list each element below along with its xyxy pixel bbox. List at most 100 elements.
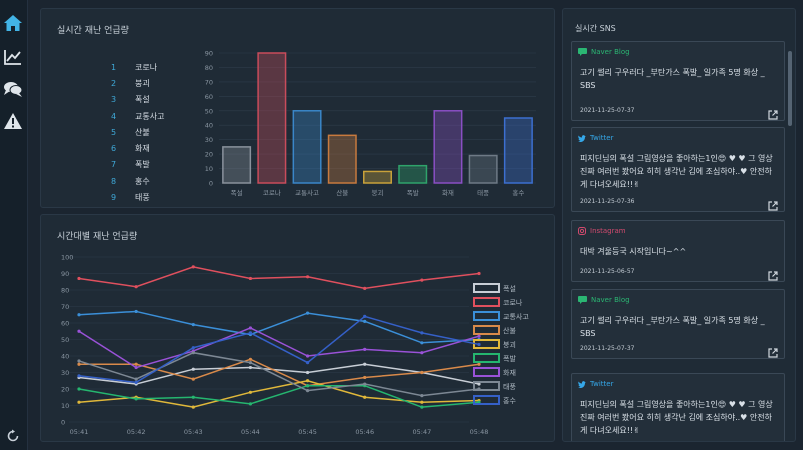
rank-item: 1 코로나 <box>111 59 164 75</box>
trend-chart-icon[interactable] <box>2 46 24 68</box>
bar-화재[interactable] <box>433 110 463 184</box>
rank-name: 화재 <box>135 144 150 154</box>
ranking-panel: 실시간 재난 언급량 1 코로나 2 붕괴 3 폭설 4 교통사고 5 산불 6 화재 7 폭발 8 홍수 9 태… <box>40 8 555 208</box>
line-point <box>77 400 81 404</box>
bar-x-label: 화재 <box>442 189 454 197</box>
external-link-icon[interactable] <box>768 266 778 281</box>
naver-blog-icon <box>578 296 587 304</box>
chat-icon[interactable] <box>2 78 24 100</box>
line-point <box>477 362 481 366</box>
home-icon[interactable] <box>2 12 24 34</box>
line-point <box>363 395 367 399</box>
sns-card[interactable]: Naver Blog 고기 썰리 구우러다 _부탄가스 폭발_ 일가족 5명 화상… <box>571 41 785 121</box>
line-point <box>248 326 253 330</box>
line-x-tick: 05:46 <box>355 428 374 436</box>
line-point <box>420 400 424 404</box>
rank-number: 7 <box>111 160 117 170</box>
sns-panel: 실시간 SNS Naver Blog 고기 썰리 구우러다 _부탄가스 폭발_ 일… <box>562 8 796 442</box>
legend-swatch[interactable] <box>473 297 500 307</box>
line-point <box>248 331 253 335</box>
line-point <box>134 362 138 366</box>
rank-name: 붕괴 <box>135 78 150 88</box>
sns-card[interactable]: Twitter 피지딘님의 폭설 그림영상을 좋아하는1인😍 ♥ ♥ 그 영상 진… <box>571 373 785 441</box>
sns-date: 2021-11-25-07-37 <box>580 345 635 352</box>
legend-label[interactable]: 폭설 <box>503 285 516 293</box>
warning-icon[interactable] <box>2 110 24 132</box>
line-series-붕괴[interactable] <box>78 379 480 408</box>
line-point <box>363 375 367 380</box>
legend-swatch[interactable] <box>473 311 500 321</box>
legend-label[interactable]: 교통사고 <box>503 312 529 321</box>
line-y-tick: 70 <box>61 303 69 311</box>
bar-교통사고[interactable] <box>292 110 322 184</box>
rank-item: 8 홍수 <box>111 173 164 189</box>
external-link-icon[interactable] <box>768 196 778 211</box>
naver-blog-icon <box>578 48 587 56</box>
rank-item: 9 태풍 <box>111 189 164 205</box>
bar-산불[interactable] <box>327 134 357 184</box>
bar-폭발[interactable] <box>398 164 428 184</box>
line-x-tick: 05:47 <box>412 428 431 436</box>
ranking-list: 1 코로나 2 붕괴 3 폭설 4 교통사고 5 산불 6 화재 7 폭발 8 홍수 9 태풍 <box>111 59 164 206</box>
legend-swatch[interactable] <box>473 353 500 363</box>
line-point <box>420 405 424 409</box>
line-point <box>134 285 138 289</box>
rank-name: 교통사고 <box>135 111 165 121</box>
rank-name: 산불 <box>135 127 150 137</box>
rank-item: 7 폭발 <box>111 157 164 173</box>
rank-item: 5 산불 <box>111 124 164 140</box>
line-point <box>134 377 138 381</box>
external-link-icon[interactable] <box>768 343 778 358</box>
line-series-코로나[interactable] <box>78 266 480 290</box>
legend-swatch[interactable] <box>473 283 500 293</box>
line-point <box>248 402 253 406</box>
line-point <box>134 309 138 314</box>
line-point <box>191 367 195 371</box>
bar-붕괴[interactable] <box>363 170 392 184</box>
sns-source-label: Naver Blog <box>591 48 630 56</box>
line-point <box>191 346 195 350</box>
line-y-tick: 50 <box>61 336 69 344</box>
bar-x-label: 폭발 <box>407 188 419 197</box>
sns-card[interactable]: Twitter 피지딘님의 폭설 그림영상을 좋아하는1인😍 ♥ ♥ 그 영상 진… <box>571 127 785 212</box>
sidebar <box>0 0 28 450</box>
legend-label[interactable]: 산불 <box>503 326 516 335</box>
line-y-tick: 40 <box>61 353 69 361</box>
sns-card[interactable]: Naver Blog 고기 썰리 구우러다 _부탄가스 폭발_ 일가족 5명 화상… <box>571 289 785 359</box>
line-point <box>305 370 310 375</box>
twitter-icon <box>578 134 586 142</box>
line-point <box>363 382 367 386</box>
sns-source-label: Naver Blog <box>591 296 630 304</box>
legend-swatch[interactable] <box>473 325 500 335</box>
line-point <box>77 387 81 391</box>
refresh-icon[interactable] <box>2 425 24 447</box>
rank-number: 8 <box>111 176 117 186</box>
legend-label[interactable]: 붕괴 <box>503 341 516 349</box>
bar-태풍[interactable] <box>468 154 498 184</box>
sns-card[interactable]: Instagram 대박 겨울등국 시작입니다~^^ 2021-11-25-06-5… <box>571 220 785 282</box>
rank-number: 3 <box>111 95 117 105</box>
line-point <box>248 357 253 361</box>
bar-홍수[interactable] <box>503 117 533 184</box>
line-x-tick: 05:44 <box>241 428 260 436</box>
line-point <box>477 271 481 276</box>
line-series-교통사고[interactable] <box>78 310 480 344</box>
external-link-icon[interactable] <box>768 105 778 120</box>
legend-label[interactable]: 화재 <box>503 369 516 377</box>
bar-x-label: 태풍 <box>477 189 489 197</box>
sns-date: 2021-11-25-07-37 <box>580 107 635 114</box>
legend-label[interactable]: 태풍 <box>503 383 516 391</box>
line-point <box>191 405 195 409</box>
legend-swatch[interactable] <box>473 367 500 377</box>
line-point <box>77 374 81 378</box>
line-point <box>305 379 310 383</box>
line-chart-panel: 시간대별 재난 언급량 0 10 20 30 40 50 60 70 80 90 100 05:41 0… <box>40 214 555 442</box>
sns-source: Twitter <box>578 134 613 142</box>
sns-source: Instagram <box>578 227 626 235</box>
legend-label[interactable]: 폭발 <box>503 354 516 363</box>
legend-label[interactable]: 홍수 <box>503 396 516 405</box>
bar-폭설[interactable] <box>222 146 252 184</box>
sns-scrollbar[interactable] <box>788 51 792 126</box>
legend-label[interactable]: 코로나 <box>503 298 523 307</box>
bar-코로나[interactable] <box>257 52 287 184</box>
